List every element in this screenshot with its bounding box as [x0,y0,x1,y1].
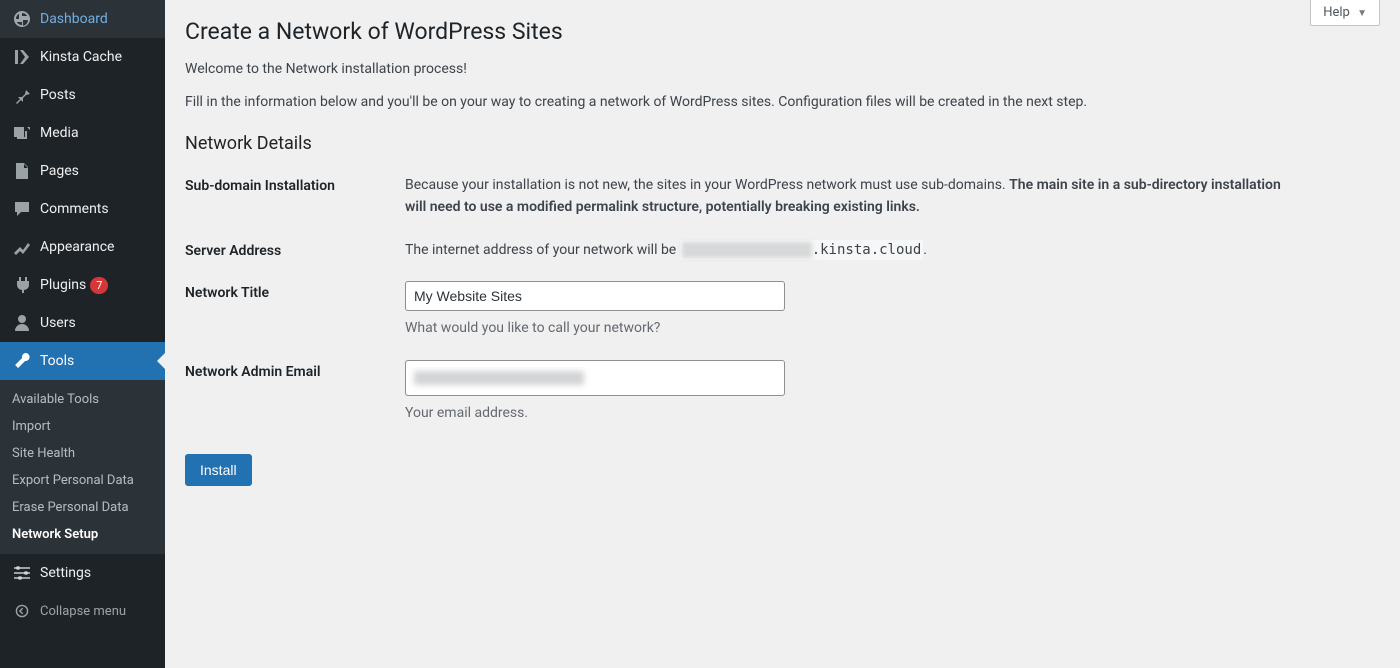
submenu-network-setup[interactable]: Network Setup [0,521,165,548]
submenu-site-health[interactable]: Site Health [0,440,165,467]
sidebar-item-label: Tools [40,353,74,369]
submenu-available-tools[interactable]: Available Tools [0,386,165,413]
main-content: Help ▼ Create a Network of WordPress Sit… [165,0,1400,668]
admin-email-label: Network Admin Email [185,360,405,380]
sidebar-item-label: Kinsta Cache [40,49,122,65]
sidebar-item-label: Comments [40,201,109,217]
submenu-export-personal-data[interactable]: Export Personal Data [0,467,165,494]
admin-sidebar: Dashboard Kinsta Cache Posts Media Pages… [0,0,165,668]
network-title-input[interactable] [405,281,785,311]
row-admin-email: Network Admin Email Your email address. [185,360,1380,425]
sidebar-item-plugins[interactable]: Plugins 7 [0,266,165,304]
media-icon [12,123,32,143]
help-tab-button[interactable]: Help ▼ [1310,0,1380,26]
subdomain-text: Because your installation is not new, th… [405,174,1305,219]
redacted-email [414,371,584,385]
sidebar-item-label: Dashboard [40,11,108,27]
sidebar-item-appearance[interactable]: Appearance [0,228,165,266]
sidebar-item-label: Posts [40,87,76,103]
sidebar-item-label: Plugins [40,277,86,293]
intro-text: Fill in the information below and you'll… [185,92,1380,113]
users-icon [12,313,32,333]
sidebar-item-dashboard[interactable]: Dashboard [0,0,165,38]
chevron-down-icon: ▼ [1357,8,1367,19]
row-network-title: Network Title What would you like to cal… [185,281,1380,339]
sidebar-item-comments[interactable]: Comments [0,190,165,228]
sidebar-item-users[interactable]: Users [0,304,165,342]
network-details-heading: Network Details [185,133,1380,154]
row-subdomain: Sub-domain Installation Because your ins… [185,174,1380,219]
sidebar-item-label: Media [40,125,79,141]
welcome-text: Welcome to the Network installation proc… [185,59,1380,80]
sidebar-item-kinsta-cache[interactable]: Kinsta Cache [0,38,165,76]
sidebar-item-label: Settings [40,565,91,581]
pin-icon [12,85,32,105]
sidebar-item-label: Pages [40,163,79,179]
dashboard-icon [12,9,32,29]
server-address-text: The internet address of your network wil… [405,239,1305,261]
row-server-address: Server Address The internet address of y… [185,239,1380,261]
collapse-icon [12,601,32,621]
network-title-label: Network Title [185,281,405,301]
install-button[interactable]: Install [185,454,252,486]
submenu-erase-personal-data[interactable]: Erase Personal Data [0,494,165,521]
sidebar-item-label: Appearance [40,239,114,255]
sidebar-item-settings[interactable]: Settings [0,554,165,592]
sidebar-item-label: Users [40,315,76,331]
admin-email-desc: Your email address. [405,402,1305,424]
tools-icon [12,351,32,371]
comments-icon [12,199,32,219]
kinsta-icon [12,47,32,67]
collapse-label: Collapse menu [40,604,126,619]
server-address-label: Server Address [185,239,405,259]
settings-icon [12,563,32,583]
sidebar-item-media[interactable]: Media [0,114,165,152]
collapse-menu-button[interactable]: Collapse menu [0,592,165,630]
sidebar-item-posts[interactable]: Posts [0,76,165,114]
plugins-icon [12,275,32,295]
sidebar-item-pages[interactable]: Pages [0,152,165,190]
network-title-desc: What would you like to call your network… [405,317,1305,339]
tools-submenu: Available Tools Import Site Health Expor… [0,380,165,554]
submenu-import[interactable]: Import [0,413,165,440]
page-title: Create a Network of WordPress Sites [185,18,1380,45]
subdomain-label: Sub-domain Installation [185,174,405,194]
pages-icon [12,161,32,181]
admin-email-input[interactable] [405,360,785,396]
sidebar-item-tools[interactable]: Tools [0,342,165,380]
plugins-update-badge: 7 [90,277,108,294]
help-label: Help [1323,5,1350,20]
appearance-icon [12,237,32,257]
redacted-hostname [682,242,812,258]
